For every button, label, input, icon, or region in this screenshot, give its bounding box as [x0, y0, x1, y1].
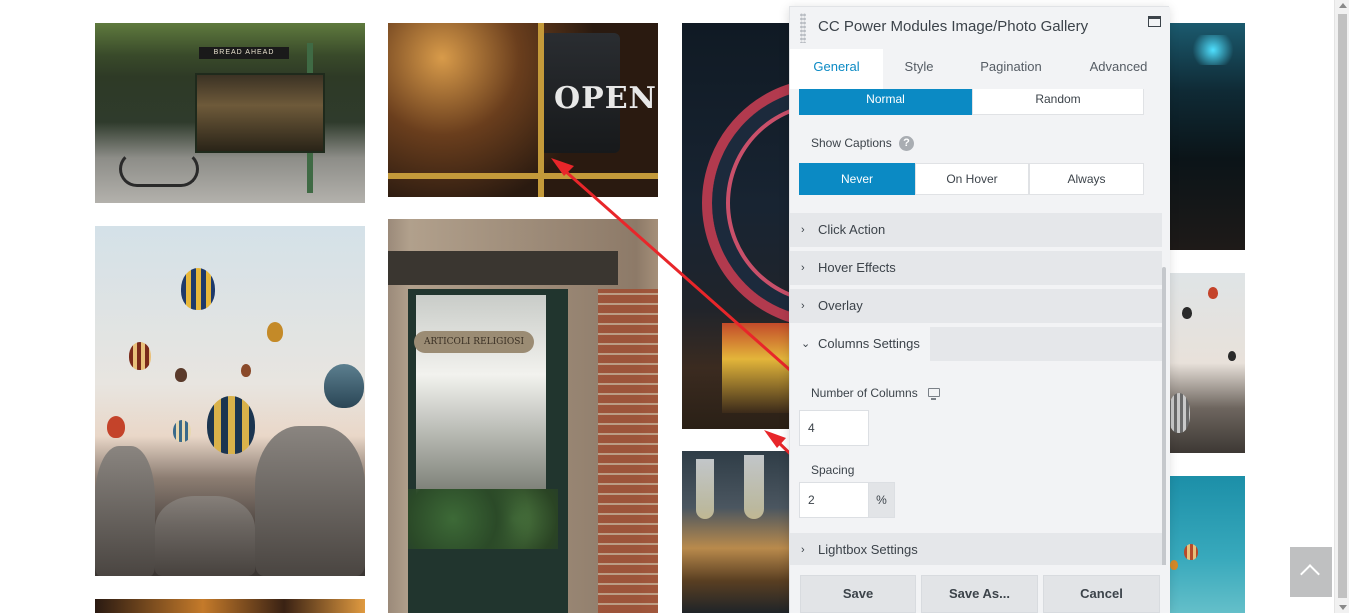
- hot-air-balloon: [107, 416, 125, 438]
- captions-on-hover-option[interactable]: On Hover: [915, 163, 1029, 195]
- wine-glass: [696, 459, 714, 519]
- chevron-right-icon: ›: [801, 224, 805, 236]
- gallery-image-food[interactable]: [682, 451, 790, 613]
- scrollbar-thumb[interactable]: [1338, 14, 1347, 598]
- hot-air-balloon: [175, 368, 187, 382]
- gallery-image-sky[interactable]: [1168, 476, 1245, 613]
- hot-air-balloon: [324, 364, 364, 408]
- tab-general[interactable]: General: [790, 49, 883, 89]
- gallery-image-open-sign[interactable]: OPEN: [388, 23, 658, 197]
- scroll-down-icon[interactable]: [1339, 605, 1347, 610]
- back-to-top-button[interactable]: [1290, 547, 1332, 597]
- gallery-image-concert[interactable]: [1168, 23, 1245, 250]
- show-captions-label: Show Captions: [811, 136, 892, 150]
- hot-air-balloon: [1168, 393, 1190, 433]
- order-normal-option[interactable]: Normal: [799, 89, 972, 115]
- maximize-icon[interactable]: [1148, 16, 1161, 27]
- hot-air-balloon: [181, 268, 215, 310]
- window-frame-bottom: [388, 173, 658, 179]
- rock-formation: [95, 446, 155, 576]
- brick-wall: [598, 289, 658, 613]
- chevron-right-icon: ›: [801, 300, 805, 312]
- rock-formation: [155, 496, 255, 576]
- hot-air-balloon: [1208, 287, 1218, 299]
- chevron-right-icon: ›: [801, 544, 805, 556]
- panel-header[interactable]: CC Power Modules Image/Photo Gallery: [790, 7, 1170, 49]
- hot-air-balloon: [241, 364, 251, 377]
- panel-scrollbar[interactable]: [1162, 267, 1166, 565]
- open-sign-text: OPEN: [554, 81, 657, 116]
- tab-pagination[interactable]: Pagination: [955, 49, 1067, 89]
- panel-footer: Save Save As... Cancel: [790, 565, 1170, 613]
- ferris-wheel: [702, 78, 790, 328]
- shop-sign: ARTICOLI RELIGIOSI: [414, 331, 534, 353]
- chevron-up-icon: [1300, 564, 1320, 584]
- section-label: Click Action: [818, 222, 886, 237]
- save-as-button[interactable]: Save As...: [921, 575, 1038, 613]
- tab-advanced[interactable]: Advanced: [1067, 49, 1170, 89]
- number-of-columns-input[interactable]: 4: [799, 410, 869, 446]
- window-frame: [538, 23, 544, 197]
- spacing-label: Spacing: [811, 463, 855, 477]
- number-of-columns-label: Number of Columns: [811, 386, 918, 400]
- section-lightbox-settings[interactable]: › Lightbox Settings: [790, 533, 1162, 565]
- section-click-action[interactable]: › Click Action: [790, 213, 1162, 247]
- hot-air-balloon: [1170, 560, 1178, 570]
- rock-formation: [255, 426, 365, 576]
- cancel-button[interactable]: Cancel: [1043, 575, 1160, 613]
- panel-tabs: General Style Pagination Advanced: [790, 49, 1170, 89]
- section-label: Hover Effects: [818, 260, 896, 275]
- hot-air-balloon: [129, 342, 151, 370]
- drag-handle-icon[interactable]: [800, 13, 806, 43]
- page-scrollbar[interactable]: [1334, 0, 1349, 613]
- spacing-input[interactable]: 2: [799, 482, 869, 518]
- captions-always-option[interactable]: Always: [1029, 163, 1144, 195]
- flower-pots: [408, 489, 558, 549]
- fair-stall: [722, 323, 790, 413]
- spacing-unit: %: [869, 482, 895, 518]
- door-glass: [416, 295, 546, 495]
- section-label: Columns Settings: [818, 336, 920, 351]
- stage-light: [1188, 35, 1238, 65]
- save-button[interactable]: Save: [800, 575, 916, 613]
- gallery-image-bakery[interactable]: BREAD AHEAD: [95, 23, 365, 203]
- hot-air-balloon: [1182, 307, 1192, 319]
- bicycle: [119, 151, 199, 187]
- hot-air-balloon: [267, 322, 283, 342]
- chevron-down-icon: ⌄: [801, 338, 811, 350]
- wine-glass: [744, 455, 764, 519]
- section-hover-effects[interactable]: › Hover Effects: [790, 251, 1162, 285]
- section-header-fill: [930, 327, 1162, 361]
- section-label: Lightbox Settings: [818, 542, 918, 557]
- section-label: Overlay: [818, 298, 863, 313]
- panel-body: Normal Random Show Captions ? Never On H…: [790, 89, 1170, 565]
- gallery-image-balloons[interactable]: [95, 226, 365, 576]
- shop-window: [195, 73, 325, 153]
- bakery-sign: BREAD AHEAD: [199, 47, 289, 59]
- door-lintel: [388, 251, 618, 285]
- gallery-image-shop-door[interactable]: ARTICOLI RELIGIOSI: [388, 219, 658, 613]
- help-icon[interactable]: ?: [899, 136, 914, 151]
- gallery-image-balloons-2[interactable]: [1168, 273, 1245, 453]
- section-columns-settings[interactable]: ⌄ Columns Settings: [790, 327, 930, 361]
- tab-style[interactable]: Style: [883, 49, 955, 89]
- arrow-head: [764, 430, 786, 448]
- hot-air-balloon: [1228, 351, 1236, 361]
- section-overlay[interactable]: › Overlay: [790, 289, 1162, 323]
- order-random-option[interactable]: Random: [972, 89, 1144, 115]
- captions-never-option[interactable]: Never: [799, 163, 915, 195]
- panel-title: CC Power Modules Image/Photo Gallery: [818, 18, 1089, 35]
- chevron-right-icon: ›: [801, 262, 805, 274]
- page: BREAD AHEAD OPEN ARTICOLI RELIGIOSI CC P…: [0, 0, 1349, 613]
- gallery-image-ferris-wheel[interactable]: [682, 23, 790, 429]
- gallery-image-partial[interactable]: [95, 599, 365, 613]
- hot-air-balloon: [207, 396, 255, 454]
- settings-panel: CC Power Modules Image/Photo Gallery Gen…: [789, 6, 1170, 613]
- scroll-up-icon[interactable]: [1339, 3, 1347, 8]
- desktop-icon[interactable]: [928, 388, 940, 400]
- hot-air-balloon: [1184, 544, 1198, 560]
- hot-air-balloon: [173, 420, 191, 442]
